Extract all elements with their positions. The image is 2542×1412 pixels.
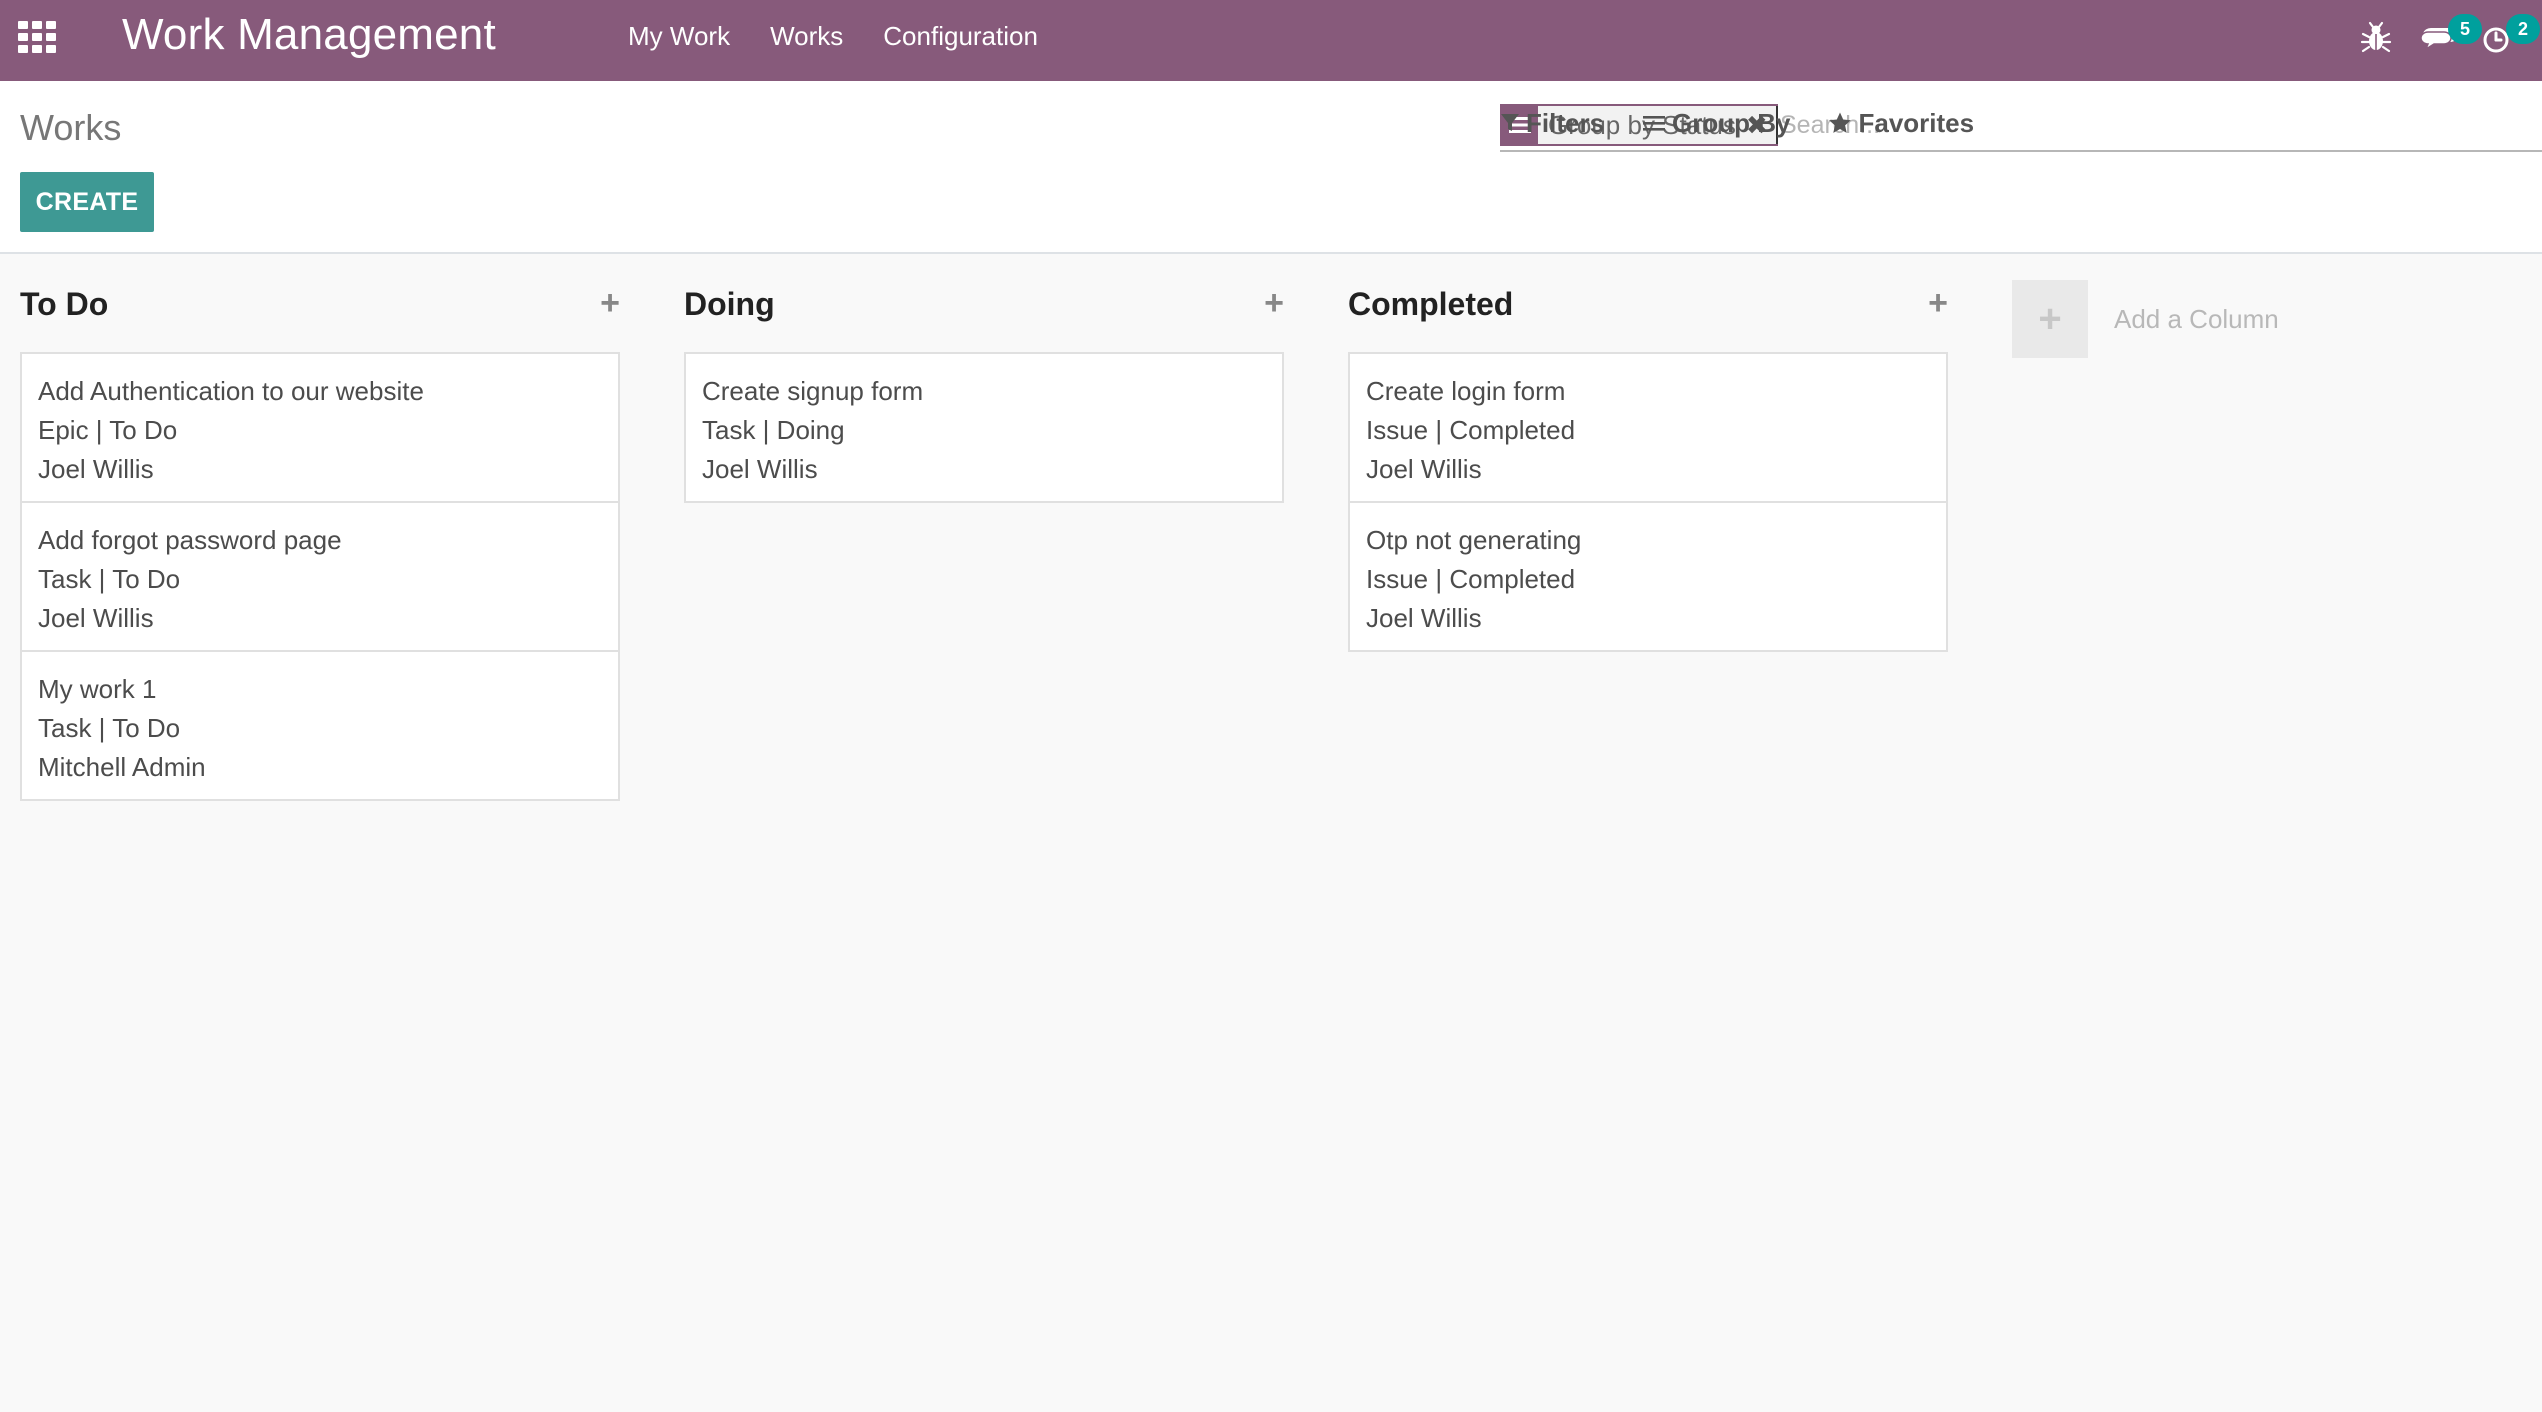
kanban-card[interactable]: Otp not generating Issue | Completed Joe… [1348, 501, 1948, 652]
favorites-label: Favorites [1858, 107, 1975, 138]
control-panel: Works CREATE Group by Status ✖ Filters [0, 81, 2542, 254]
column-title[interactable]: To Do [20, 286, 108, 323]
card-assignee: Joel Willis [1366, 603, 1482, 633]
search-options-bar: Filters Group By Favorites [1500, 103, 1974, 143]
activities-count-badge: 2 [2506, 14, 2540, 44]
menu-configuration[interactable]: Configuration [863, 0, 1058, 72]
kanban-card[interactable]: Add Authentication to our website Epic |… [20, 352, 620, 503]
card-assignee: Joel Willis [702, 454, 818, 484]
group-by-label: Group By [1672, 107, 1791, 138]
card-name: Create signup form [702, 376, 924, 406]
card-type-status: Task | To Do [38, 564, 181, 594]
card-name: Create login form [1366, 376, 1566, 406]
add-column-label[interactable]: Add a Column [2114, 304, 2279, 335]
kanban-card[interactable]: My work 1 Task | To Do Mitchell Admin [20, 650, 620, 801]
card-type-status: Task | To Do [38, 713, 181, 743]
card-name: My work 1 [38, 674, 157, 704]
kanban-card[interactable]: Add forgot password page Task | To Do Jo… [20, 501, 620, 652]
activities-button[interactable]: 2 [2476, 14, 2540, 58]
add-column-plus-icon[interactable]: + [2012, 280, 2088, 358]
card-type-status: Issue | Completed [1366, 415, 1576, 445]
kanban-column-doing: Doing + Create signup form Task | Doing … [684, 256, 1284, 503]
create-button[interactable]: CREATE [20, 172, 154, 232]
app-brand[interactable]: Work Management [122, 10, 496, 60]
messages-button[interactable]: 5 [2418, 14, 2482, 58]
card-assignee: Mitchell Admin [38, 752, 206, 782]
card-type-status: Task | Doing [702, 415, 845, 445]
favorites-dropdown[interactable]: Favorites [1828, 108, 1974, 139]
list-icon [1643, 116, 1666, 131]
card-name: Otp not generating [1366, 525, 1582, 555]
card-assignee: Joel Willis [1366, 454, 1482, 484]
card-type-status: Epic | To Do [38, 415, 178, 445]
card-name: Add Authentication to our website [38, 376, 424, 406]
column-title[interactable]: Doing [684, 286, 775, 323]
kanban-column-completed: Completed + Create login form Issue | Co… [1348, 256, 1948, 652]
kanban-column-todo: To Do + Add Authentication to our websit… [20, 256, 620, 801]
kanban-view: To Do + Add Authentication to our websit… [0, 256, 2542, 1412]
filters-label: Filters [1526, 107, 1605, 138]
kanban-card[interactable]: Create signup form Task | Doing Joel Wil… [684, 352, 1284, 503]
card-assignee: Joel Willis [38, 454, 154, 484]
apps-menu-icon[interactable] [18, 21, 58, 53]
menu-works[interactable]: Works [750, 0, 863, 72]
main-navbar: Work Management My Work Works Configurat… [0, 0, 2542, 81]
card-type-status: Issue | Completed [1366, 564, 1576, 594]
column-title[interactable]: Completed [1348, 286, 1513, 323]
kanban-card[interactable]: Create login form Issue | Completed Joel… [1348, 352, 1948, 503]
star-icon [1829, 112, 1852, 133]
column-header: To Do + [20, 256, 620, 354]
quick-create-plus-icon[interactable]: + [1264, 286, 1284, 320]
column-header: Completed + [1348, 256, 1948, 354]
quick-create-plus-icon[interactable]: + [1928, 286, 1948, 320]
column-header: Doing + [684, 256, 1284, 354]
menu-my-work[interactable]: My Work [608, 0, 750, 72]
filter-icon [1501, 114, 1519, 131]
page-title: Works [20, 107, 122, 148]
main-menu: My Work Works Configuration [608, 0, 1058, 72]
group-by-dropdown[interactable]: Group By [1642, 108, 1790, 139]
card-assignee: Joel Willis [38, 603, 154, 633]
card-name: Add forgot password page [38, 525, 342, 555]
debug-bug-icon[interactable] [2354, 18, 2398, 58]
filters-dropdown[interactable]: Filters [1500, 108, 1604, 139]
quick-create-plus-icon[interactable]: + [600, 286, 620, 320]
